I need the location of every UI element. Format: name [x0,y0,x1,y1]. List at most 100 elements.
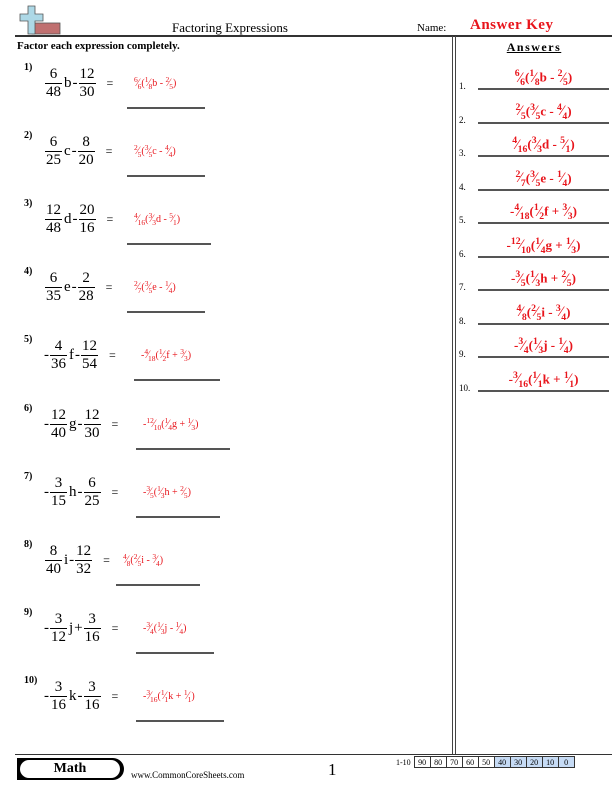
problem-item: 1) 6 48 b -12 30 = 6⁄6(1⁄8b - 2⁄5) [0,62,440,122]
slash: ⁄ [533,270,537,287]
operator: + [548,203,563,219]
variable: g [69,415,77,432]
operator: - [549,136,561,152]
expression: 6 48 b -12 30 = [44,62,113,104]
score-cell: 50 [477,756,495,768]
site-url[interactable]: www.CommonCoreSheets.com [131,770,244,780]
problem-number: 1) [24,62,33,73]
paren-close: ) [566,304,571,320]
answer-line[interactable] [136,516,220,518]
denominator: 54 [81,354,98,372]
numerator: 12 [82,337,97,354]
paren-close: ) [187,350,192,362]
inline-answer: -12⁄10(1⁄4g + 1⁄3) [143,416,198,432]
answer-number: 5. [459,215,466,225]
inner-fraction-2: 1⁄3 [188,416,195,432]
paren-close: ) [187,487,191,499]
answer-line[interactable] [127,107,205,109]
slash: ⁄ [519,237,522,254]
slash: ⁄ [183,349,185,362]
denominator: 32 [75,559,93,577]
inner-fraction-1: 1⁄4 [165,416,172,432]
answer-key-row: 5. -4⁄18(1⁄2f + 3⁄3) [459,194,609,227]
denominator: 48 [45,218,62,236]
answer-number: 3. [459,148,466,158]
numerator: 8 [82,133,90,150]
operator: - [77,415,83,432]
answer-line[interactable] [136,720,224,722]
slash: ⁄ [136,145,139,158]
paren-close: ) [176,214,181,226]
variable: f [69,346,74,363]
numerator: 12 [51,406,66,423]
fraction: 12 40 [50,407,67,442]
inner-fraction-2: 3⁄4 [152,552,159,568]
problem-number: 9) [24,607,33,618]
denominator: 16 [83,627,101,645]
answer-line[interactable] [116,584,200,586]
problem-item: 6) -12 40 g -12 30 = -12⁄10(1⁄4g + 1⁄3) [0,403,440,463]
operator: - [77,483,83,500]
outer-fraction: 2⁄5 [515,102,525,122]
operator: - [156,146,165,158]
paren-close: ) [567,170,572,186]
answer-line[interactable] [134,379,220,381]
denominator: 28 [77,286,95,304]
answer-value: 4⁄8(2⁄5i - 3⁄4) [478,303,609,323]
slash: ⁄ [147,145,150,158]
slash: ⁄ [535,136,539,153]
inline-answer: -4⁄18(1⁄2f + 3⁄3) [141,347,191,363]
denominator: 30 [78,82,96,100]
slash: ⁄ [163,690,166,703]
answer-line[interactable] [127,243,211,245]
numerator: 8 [49,542,58,559]
inner-fraction-2: 1⁄4 [165,279,172,295]
outer-fraction: 4⁄8 [123,552,130,568]
inline-answer: 2⁄5(3⁄5c - 4⁄4) [134,143,176,159]
fraction: 12 54 [81,338,98,373]
slash: ⁄ [149,690,151,703]
numerator: 4 [54,337,63,354]
answer-line[interactable] [127,311,205,313]
outer-fraction: 6⁄6 [515,68,525,88]
answer-key-row: 7. -3⁄5(1⁄3h + 2⁄5) [459,261,609,294]
problem-number: 3) [24,198,33,209]
problem-item: 8) 8 40 i -12 32 = 4⁄8(2⁄5i - 3⁄4) [0,539,440,599]
inner-fraction-1: 3⁄3 [532,135,542,155]
outer-fraction: 2⁄7 [134,279,141,295]
answer-number: 2. [459,114,466,125]
answer-key-line [478,188,609,191]
slash: ⁄ [159,622,162,635]
expression: 8 40 i -12 32 = [44,539,110,581]
variable: b [64,74,72,91]
fraction: 8 40 [45,543,62,578]
problem-number: 10) [24,675,38,686]
operator: - [72,74,78,91]
paren-close: ) [574,371,579,387]
outer-fraction: 6⁄6 [134,75,141,91]
fraction: 6 48 [45,66,62,101]
answer-number: 1. [459,81,466,91]
operator: + [551,237,566,253]
fraction: 8 20 [77,133,95,169]
answer-line[interactable] [136,448,230,450]
answer-key-row: 4. 2⁄7(3⁄5e - 1⁄4) [459,161,609,194]
inner-fraction-1: 1⁄3 [530,269,540,289]
answer-line[interactable] [136,652,214,654]
variable: k [542,371,550,387]
outer-fraction: 4⁄18 [144,347,155,363]
variable: e [64,278,71,295]
operator: - [71,278,77,295]
denominator: 16 [150,694,158,704]
answer-key-row: 10. -3⁄16(1⁄1k + 1⁄1) [459,362,609,395]
expression: -3 16 k -3 16 = [44,675,118,717]
paren-close: ) [172,282,176,294]
answer-line[interactable] [127,175,205,177]
operator: + [547,270,562,286]
denominator: 16 [78,218,96,236]
slash: ⁄ [149,622,151,635]
problem-item: 5) -4 36 f -12 54 = -4⁄18(1⁄2f + 3⁄3) [0,334,440,394]
answer-key-line [478,255,609,258]
operator: - [546,69,558,85]
slash: ⁄ [520,304,523,321]
